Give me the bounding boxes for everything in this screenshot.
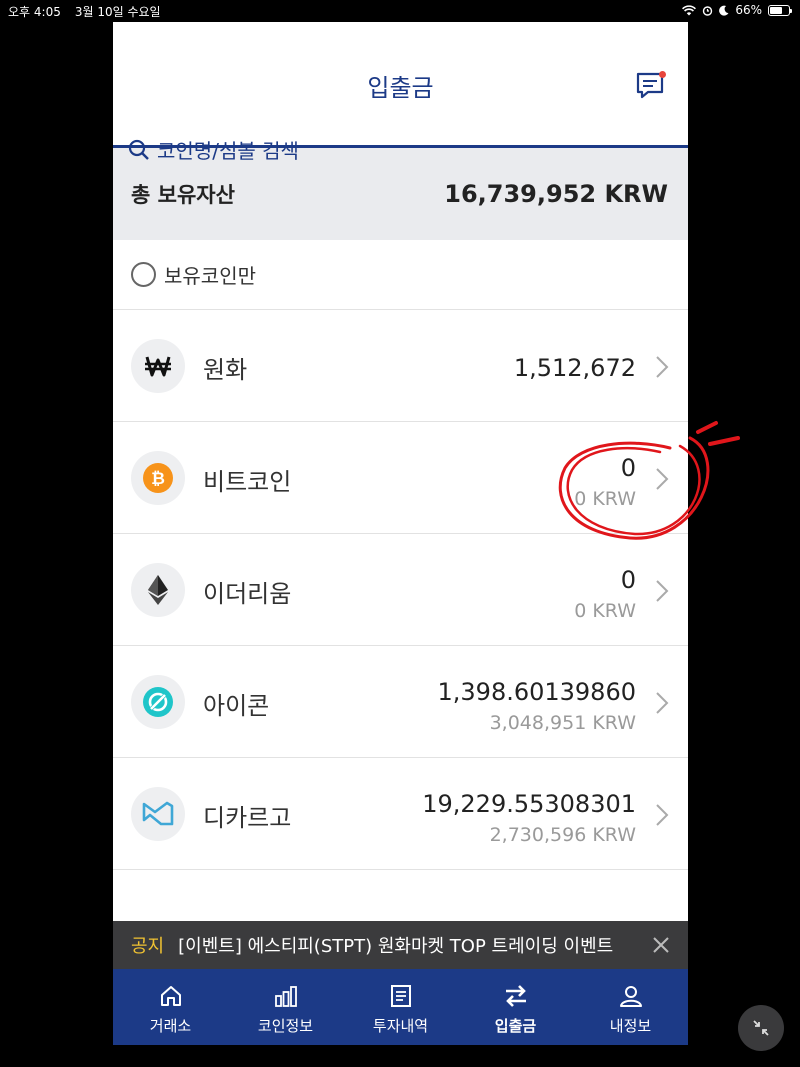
won-icon: [131, 339, 185, 393]
coin-row-dkargo[interactable]: 디카르고 19,229.55308301 2,730,596 KRW: [113, 758, 688, 870]
message-button[interactable]: [634, 68, 668, 102]
bar-chart-icon: [274, 986, 297, 1007]
home-icon: [160, 986, 181, 1006]
user-icon: [619, 986, 642, 1007]
document-icon: [390, 985, 411, 1007]
svg-text:₿: ₿: [151, 469, 165, 489]
battery-icon: [768, 4, 792, 16]
minimize-button[interactable]: [738, 1005, 784, 1051]
coin-row-krw[interactable]: 원화 1,512,672: [113, 310, 688, 422]
close-icon[interactable]: [650, 934, 672, 956]
coin-name: 디카르고: [203, 804, 292, 832]
tab-bar: 거래소 코인정보 투자내역 입출금 내정보: [113, 969, 688, 1045]
coin-amount: 0: [620, 454, 636, 482]
notification-dot: [659, 71, 666, 78]
wifi-icon: [682, 4, 697, 15]
tab-coin-info[interactable]: 코인정보: [228, 969, 343, 1045]
coin-amount: 1,398.60139860: [437, 678, 637, 706]
tab-label: 코인정보: [257, 1017, 314, 1035]
bitcoin-icon: ₿: [131, 451, 185, 505]
battery-percent: 66%: [735, 3, 762, 17]
alarm-icon: [703, 5, 713, 16]
app-window: 입출금 코인명/심볼 검색 총 보유자산 16,739,952 KRW 보유코인…: [113, 22, 688, 1045]
status-date: 3월 10일 수요일: [74, 5, 161, 19]
held-coins-radio[interactable]: [131, 262, 156, 287]
coin-row-icx[interactable]: 아이콘 1,398.60139860 3,048,951 KRW: [113, 646, 688, 758]
coin-krw-value: 0 KRW: [574, 488, 636, 510]
notice-bar[interactable]: 공지 [이벤트] 에스티피(STPT) 원화마켓 TOP 트레이딩 이벤트: [113, 921, 688, 969]
notice-tag: 공지: [131, 936, 165, 957]
tab-label: 거래소: [149, 1017, 192, 1035]
tab-label: 내정보: [609, 1017, 652, 1035]
coin-name: 비트코인: [203, 468, 292, 496]
chevron-right-icon: [656, 692, 669, 714]
collapse-icon: [753, 1020, 769, 1036]
status-bar: 오후 4:05 3월 10일 수요일 66%: [0, 0, 800, 20]
total-assets-label: 총 보유자산: [131, 183, 235, 207]
coin-krw-value: 2,730,596 KRW: [489, 824, 636, 846]
held-coins-filter[interactable]: 보유코인만: [113, 240, 688, 310]
tab-label: 투자내역: [372, 1017, 429, 1035]
coin-amount: 0: [620, 566, 636, 594]
notice-text[interactable]: [이벤트] 에스티피(STPT) 원화마켓 TOP 트레이딩 이벤트: [178, 932, 628, 958]
coin-row-ethereum[interactable]: 이더리움 0 0 KRW: [113, 534, 688, 646]
held-coins-label: 보유코인만: [164, 264, 256, 288]
search-placeholder: 코인명/심볼 검색: [157, 139, 299, 163]
tab-my-info[interactable]: 내정보: [573, 969, 688, 1045]
icx-icon: [131, 675, 185, 729]
tab-label: 입출금: [494, 1017, 537, 1035]
page-title: 입출금: [367, 74, 434, 102]
ethereum-icon: [131, 563, 185, 617]
coin-amount: 19,229.55308301: [422, 790, 636, 818]
dkargo-icon: [131, 787, 185, 841]
coin-row-bitcoin[interactable]: ₿ 비트코인 0 0 KRW: [113, 422, 688, 534]
coin-name: 이더리움: [203, 580, 292, 608]
coin-amount: 1,512,672: [513, 354, 636, 382]
chevron-right-icon: [656, 356, 669, 378]
search-icon: [128, 139, 149, 160]
battery-fill: [770, 6, 782, 14]
coin-list: 원화 1,512,672 ₿ 비트코인 0 0 KRW 이더리움 0 0 KRW: [113, 310, 688, 870]
total-assets-value: 16,739,952 KRW: [444, 180, 668, 208]
coin-name: 아이콘: [203, 692, 270, 720]
search-input[interactable]: 코인명/심볼 검색: [127, 135, 299, 164]
coin-krw-value: 0 KRW: [574, 600, 636, 622]
chevron-right-icon: [656, 804, 669, 826]
tab-deposit-withdraw[interactable]: 입출금: [458, 969, 573, 1045]
header: 입출금 코인명/심볼 검색: [113, 22, 688, 163]
moon-icon: [719, 5, 729, 16]
tab-exchange[interactable]: 거래소: [113, 969, 228, 1045]
coin-krw-value: 3,048,951 KRW: [489, 712, 636, 734]
chevron-right-icon: [656, 580, 669, 602]
tab-investments[interactable]: 투자내역: [343, 969, 458, 1045]
status-time: 오후 4:05: [8, 5, 61, 19]
chevron-right-icon: [656, 468, 669, 490]
coin-name: 원화: [203, 356, 248, 384]
transfer-icon: [505, 985, 526, 1007]
